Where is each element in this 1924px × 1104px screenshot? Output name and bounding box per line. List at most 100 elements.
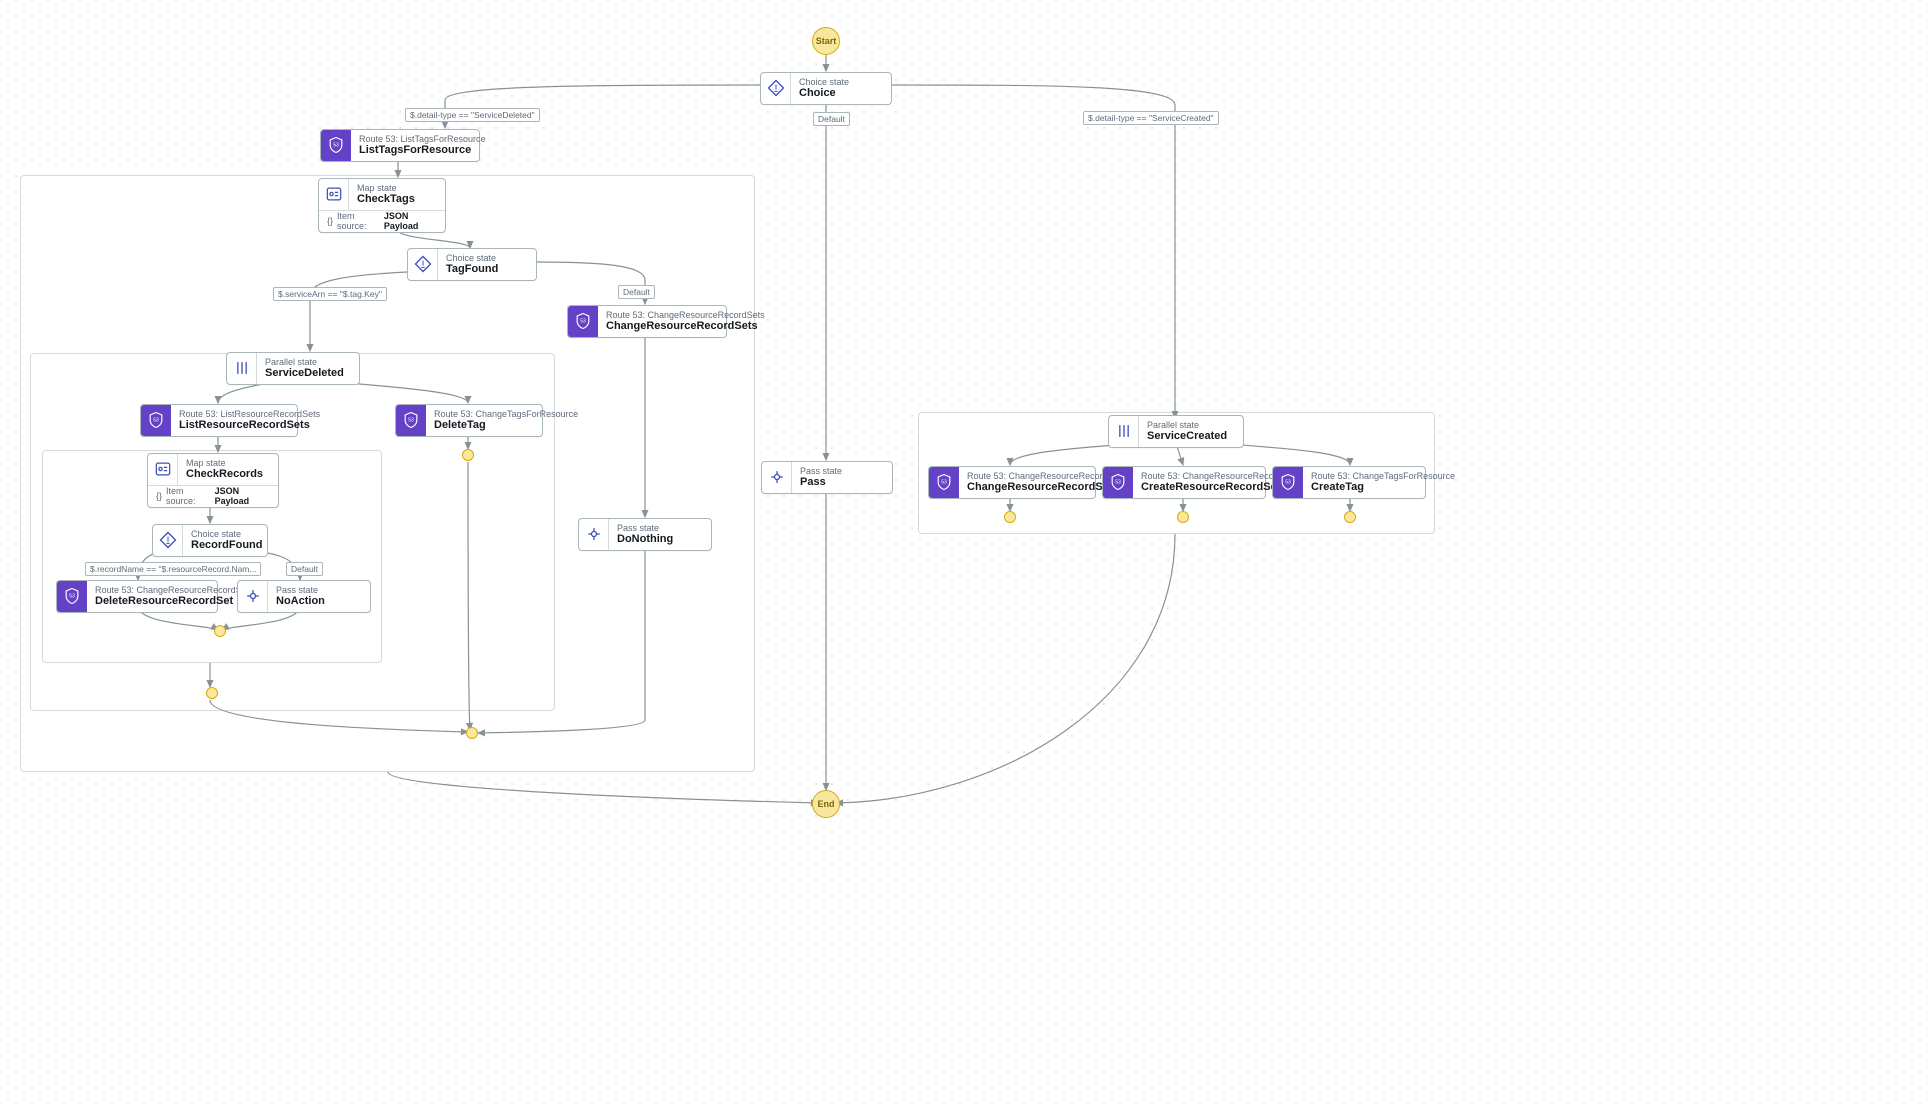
- tagfound-cat: Choice state: [446, 253, 498, 263]
- listtags-name: ListTagsForResource: [359, 144, 486, 157]
- terminal-checktags: [466, 727, 478, 739]
- label-default-recordfound: Default: [286, 562, 323, 576]
- deleterrs-name: DeleteResourceRecordSet: [95, 595, 254, 608]
- route53-icon: 53: [1103, 467, 1133, 498]
- route53-icon: 53: [321, 130, 351, 161]
- noaction-cat: Pass state: [276, 585, 325, 595]
- pass-icon: [238, 581, 268, 612]
- label-default-choice: Default: [813, 112, 850, 126]
- choice-name: Choice: [799, 87, 849, 100]
- deletetag-node[interactable]: 53 Route 53: ChangeTagsForResourceDelete…: [395, 404, 543, 437]
- terminal-deletetag: [462, 449, 474, 461]
- svg-text:53: 53: [333, 143, 339, 149]
- itemsource-label: Item source:: [166, 486, 211, 506]
- servicecreated-node[interactable]: Parallel stateServiceCreated: [1108, 415, 1244, 448]
- choice-node[interactable]: Choice stateChoice: [760, 72, 892, 105]
- recordfound-cat: Choice state: [191, 529, 263, 539]
- start-label: Start: [816, 36, 837, 46]
- svg-text:53: 53: [580, 319, 586, 325]
- donothing-cat: Pass state: [617, 523, 673, 533]
- label-servicecreated: $.detail-type == "ServiceCreated": [1083, 111, 1219, 125]
- deletetag-name: DeleteTag: [434, 419, 578, 432]
- start-node[interactable]: Start: [812, 27, 840, 55]
- servicedeleted-node[interactable]: Parallel stateServiceDeleted: [226, 352, 360, 385]
- terminal-changerrsa: [1004, 511, 1016, 523]
- choice-icon: [761, 73, 791, 104]
- route53-icon: 53: [141, 405, 171, 436]
- pass-node[interactable]: Pass statePass: [761, 461, 893, 494]
- pass-name: Pass: [800, 476, 842, 489]
- route53-icon: 53: [57, 581, 87, 612]
- terminal-checkrecords: [214, 625, 226, 637]
- choice-icon: [153, 525, 183, 556]
- servicecreated-name: ServiceCreated: [1147, 430, 1227, 443]
- label-servicedeleted: $.detail-type == "ServiceDeleted": [405, 108, 540, 122]
- changerrs-name: ChangeResourceRecordSets: [606, 320, 765, 333]
- listtags-cat: Route 53: ListTagsForResource: [359, 134, 486, 144]
- changerrsa-node[interactable]: 53 Route 53: ChangeResourceRecordSetsCha…: [928, 466, 1096, 499]
- label-servicearn: $.serviceArn == "$.tag.Key": [273, 287, 387, 301]
- checktags-cat: Map state: [357, 183, 415, 193]
- donothing-name: DoNothing: [617, 533, 673, 546]
- recordfound-name: RecordFound: [191, 539, 263, 552]
- tagfound-name: TagFound: [446, 263, 498, 276]
- servicedeleted-name: ServiceDeleted: [265, 367, 344, 380]
- checkrecords-cat: Map state: [186, 458, 263, 468]
- terminal-servicedeleted: [206, 687, 218, 699]
- label-default-tagfound: Default: [618, 285, 655, 299]
- pass-cat: Pass state: [800, 466, 842, 476]
- pass-icon: [762, 462, 792, 493]
- braces-icon: {}: [156, 491, 162, 501]
- route53-icon: 53: [929, 467, 959, 498]
- listtags-node[interactable]: 53 Route 53: ListTagsForResourceListTags…: [320, 129, 480, 162]
- listrrs-cat: Route 53: ListResourceRecordSets: [179, 409, 320, 419]
- createtag-cat: Route 53: ChangeTagsForResource: [1311, 471, 1455, 481]
- changerrs-node[interactable]: 53 Route 53: ChangeResourceRecordSetsCha…: [567, 305, 727, 338]
- end-node[interactable]: End: [812, 790, 840, 818]
- changerrs-cat: Route 53: ChangeResourceRecordSets: [606, 310, 765, 320]
- terminal-createrrs: [1177, 511, 1189, 523]
- servicecreated-cat: Parallel state: [1147, 420, 1227, 430]
- svg-text:53: 53: [153, 418, 159, 424]
- svg-text:53: 53: [69, 594, 75, 600]
- checktags-node[interactable]: Map stateCheckTags {} Item source: JSON P…: [318, 178, 446, 233]
- jsonpayload-label: JSON Payload: [215, 486, 270, 506]
- deletetag-cat: Route 53: ChangeTagsForResource: [434, 409, 578, 419]
- svg-text:53: 53: [408, 418, 414, 424]
- end-label: End: [818, 799, 835, 809]
- donothing-node[interactable]: Pass stateDoNothing: [578, 518, 712, 551]
- deleterrs-node[interactable]: 53 Route 53: ChangeResourceRecordSetsDel…: [56, 580, 218, 613]
- noaction-node[interactable]: Pass stateNoAction: [237, 580, 371, 613]
- listrrs-node[interactable]: 53 Route 53: ListResourceRecordSetsListR…: [140, 404, 298, 437]
- listrrs-name: ListResourceRecordSets: [179, 419, 320, 432]
- createrrs-node[interactable]: 53 Route 53: ChangeResourceRecordSetsCre…: [1102, 466, 1266, 499]
- route53-icon: 53: [568, 306, 598, 337]
- servicedeleted-cat: Parallel state: [265, 357, 344, 367]
- deleterrs-cat: Route 53: ChangeResourceRecordSets: [95, 585, 254, 595]
- noaction-name: NoAction: [276, 595, 325, 608]
- map-icon: [319, 179, 349, 210]
- pass-icon: [579, 519, 609, 550]
- createtag-node[interactable]: 53 Route 53: ChangeTagsForResourceCreate…: [1272, 466, 1426, 499]
- createtag-name: CreateTag: [1311, 481, 1455, 494]
- svg-text:53: 53: [1115, 480, 1121, 486]
- svg-text:53: 53: [1285, 480, 1291, 486]
- route53-icon: 53: [1273, 467, 1303, 498]
- terminal-createtag: [1344, 511, 1356, 523]
- parallel-icon: [227, 353, 257, 384]
- checkrecords-node[interactable]: Map stateCheckRecords {} Item source: JSO…: [147, 453, 279, 508]
- checktags-name: CheckTags: [357, 193, 415, 206]
- recordfound-node[interactable]: Choice stateRecordFound: [152, 524, 268, 557]
- choice-cat: Choice state: [799, 77, 849, 87]
- tagfound-node[interactable]: Choice stateTagFound: [407, 248, 537, 281]
- itemsource-label: Item source:: [337, 211, 380, 231]
- map-icon: [148, 454, 178, 485]
- braces-icon: {}: [327, 216, 333, 226]
- choice-icon: [408, 249, 438, 280]
- svg-text:53: 53: [941, 480, 947, 486]
- route53-icon: 53: [396, 405, 426, 436]
- parallel-icon: [1109, 416, 1139, 447]
- jsonpayload-label: JSON Payload: [384, 211, 437, 231]
- checkrecords-name: CheckRecords: [186, 468, 263, 481]
- label-recordname: $.recordName == "$.resourceRecord.Nam...: [85, 562, 261, 576]
